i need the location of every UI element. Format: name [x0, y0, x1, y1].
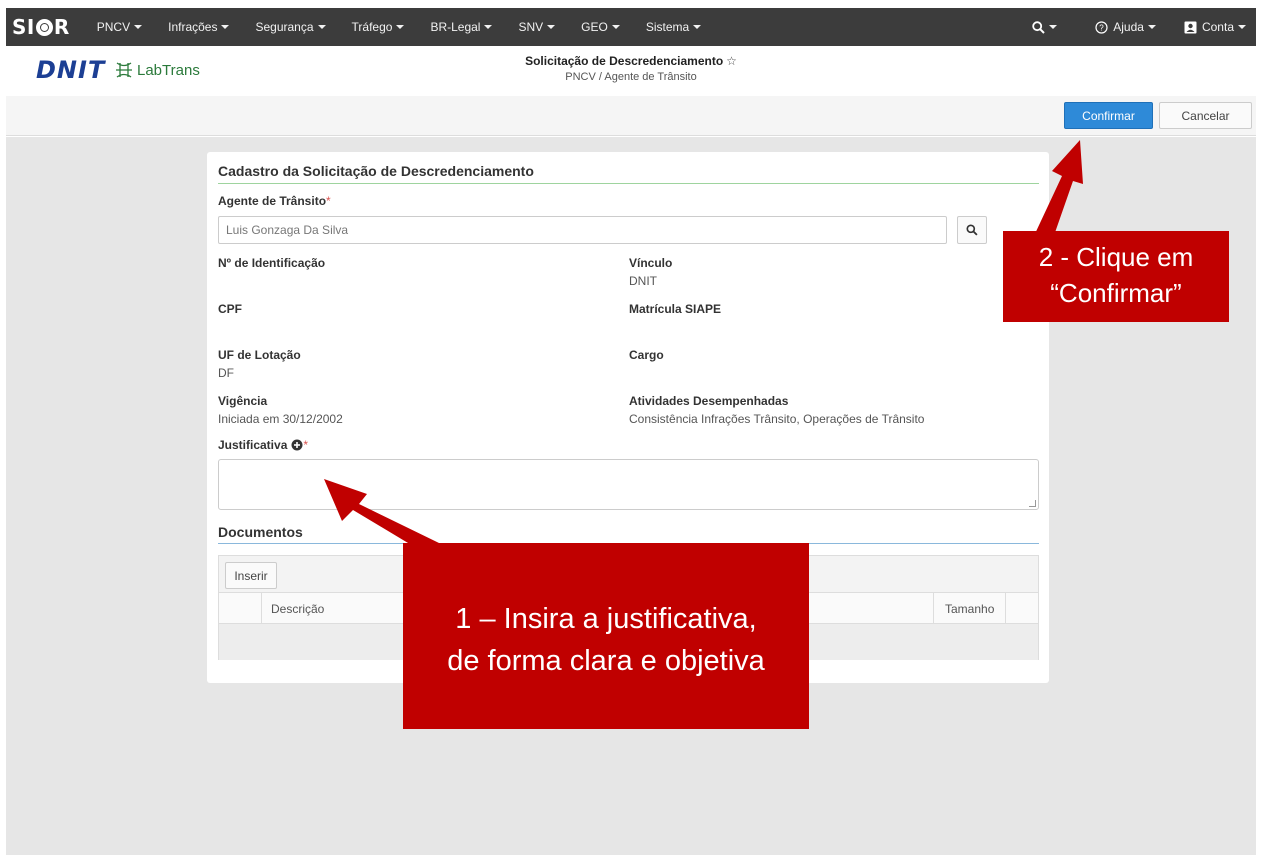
- plus-circle-icon[interactable]: [291, 439, 303, 451]
- required-mark: *: [326, 194, 331, 208]
- agent-input[interactable]: Luis Gonzaga Da Silva: [218, 216, 947, 244]
- brand-o-mark: [35, 18, 53, 36]
- confirm-button[interactable]: Confirmar: [1064, 102, 1153, 129]
- caret-down-icon: [221, 25, 230, 29]
- agent-label: Agente de Trânsito*: [218, 194, 331, 208]
- menu-infracoes[interactable]: Infrações: [155, 8, 242, 46]
- main-menu: PNCV Infrações Segurança Tráfego BR-Lega…: [84, 8, 714, 46]
- menu-label: Infrações: [168, 20, 218, 34]
- actions-column-header: [1005, 593, 1038, 624]
- vigencia-label: Vigência: [218, 394, 268, 408]
- caret-down-icon: [317, 25, 326, 29]
- brand-logo[interactable]: SI R: [6, 15, 84, 39]
- justificativa-label-text: Justificativa: [218, 438, 288, 452]
- callout-step-1-line-1: 1 – Insira a justificativa,: [455, 603, 757, 635]
- search-icon: [966, 224, 978, 236]
- uf-value: DF: [218, 366, 234, 380]
- caret-down-icon: [547, 25, 556, 29]
- menu-br-legal[interactable]: BR-Legal: [417, 8, 505, 46]
- resize-grip-icon[interactable]: [1029, 500, 1036, 507]
- cargo-label: Cargo: [629, 348, 664, 362]
- vigencia-value: Iniciada em 30/12/2002: [218, 412, 343, 426]
- caret-down-icon: [396, 25, 405, 29]
- action-toolbar: Confirmar Cancelar: [6, 96, 1256, 136]
- menu-snv[interactable]: SNV: [505, 8, 568, 46]
- caret-down-icon: [484, 25, 493, 29]
- agent-input-value: Luis Gonzaga Da Silva: [226, 223, 349, 237]
- user-card-icon: [1184, 21, 1197, 34]
- caret-down-icon: [134, 25, 143, 29]
- menu-label: BR-Legal: [430, 20, 481, 34]
- column-header-tamanho[interactable]: Tamanho: [933, 593, 1005, 624]
- help-label: Ajuda: [1113, 20, 1144, 34]
- help-circle-icon: ?: [1095, 20, 1108, 34]
- callout-step-2-line-2: “Confirmar”: [1050, 278, 1182, 308]
- brand-text-end: R: [53, 15, 70, 39]
- menu-geo[interactable]: GEO: [568, 8, 633, 46]
- caret-down-icon: [1238, 25, 1246, 29]
- atividades-value: Consistência Infrações Trânsito, Operaçõ…: [629, 412, 925, 426]
- menu-trafego[interactable]: Tráfego: [339, 8, 418, 46]
- caret-down-icon: [1049, 25, 1058, 29]
- form-section-title: Cadastro da Solicitação de Descredenciam…: [218, 163, 534, 179]
- caret-down-icon: [611, 25, 620, 29]
- menu-label: Tráfego: [351, 20, 393, 34]
- favorite-star-icon[interactable]: ☆: [726, 54, 737, 68]
- nav-account[interactable]: Conta: [1174, 8, 1256, 46]
- nav-right: ? Ajuda Conta: [1022, 8, 1256, 46]
- search-icon: [1032, 20, 1045, 34]
- agent-search-button[interactable]: [957, 216, 987, 244]
- menu-label: SNV: [518, 20, 544, 34]
- uf-label: UF de Lotação: [218, 348, 301, 362]
- documents-section-title: Documentos: [218, 524, 303, 540]
- menu-label: GEO: [581, 20, 608, 34]
- menu-pncv[interactable]: PNCV: [84, 8, 155, 46]
- nav-help[interactable]: ? Ajuda: [1085, 8, 1166, 46]
- menu-seguranca[interactable]: Segurança: [242, 8, 338, 46]
- cpf-label: CPF: [218, 302, 242, 316]
- menu-label: PNCV: [96, 20, 131, 34]
- cancel-button[interactable]: Cancelar: [1159, 102, 1252, 129]
- callout-step-1-line-2: de forma clara e objetiva: [447, 645, 765, 677]
- justificativa-label: Justificativa *: [218, 438, 308, 452]
- vinculo-value: DNIT: [629, 274, 657, 288]
- justificativa-textarea[interactable]: [218, 459, 1039, 510]
- callout-step-2-line-1: 2 - Clique em: [1038, 242, 1194, 272]
- callout-step-2: 2 - Clique em “Confirmar”: [1003, 231, 1229, 322]
- section-divider: [218, 183, 1039, 184]
- menu-label: Segurança: [255, 20, 314, 34]
- top-navbar: SI R PNCV Infrações Segurança Tráfego BR-…: [6, 8, 1256, 46]
- page-title: Solicitação de Descredenciamento ☆: [6, 54, 1256, 68]
- id-label: Nº de Identificação: [218, 256, 326, 270]
- atividades-label: Atividades Desempenhadas: [629, 394, 789, 408]
- caret-down-icon: [693, 25, 702, 29]
- callout-step-1: 1 – Insira a justificativa, de forma cla…: [403, 543, 809, 729]
- page-title-text: Solicitação de Descredenciamento: [525, 54, 724, 68]
- matricula-label: Matrícula SIAPE: [629, 302, 722, 316]
- vinculo-label: Vínculo: [629, 256, 673, 270]
- select-column-header: [219, 593, 261, 624]
- breadcrumb: PNCV / Agente de Trânsito: [565, 71, 697, 83]
- page-header: DNIT LabTrans Solicitação de Descredenci…: [6, 46, 1256, 96]
- brand-text-start: SI: [12, 15, 35, 39]
- insert-document-button[interactable]: Inserir: [225, 562, 277, 589]
- svg-text:?: ?: [1100, 23, 1105, 32]
- caret-down-icon: [1147, 25, 1156, 29]
- menu-label: Sistema: [645, 20, 690, 34]
- nav-search[interactable]: [1022, 8, 1067, 46]
- required-mark: *: [303, 438, 309, 452]
- agent-label-text: Agente de Trânsito: [218, 194, 327, 208]
- account-label: Conta: [1201, 20, 1234, 34]
- menu-sistema[interactable]: Sistema: [633, 8, 714, 46]
